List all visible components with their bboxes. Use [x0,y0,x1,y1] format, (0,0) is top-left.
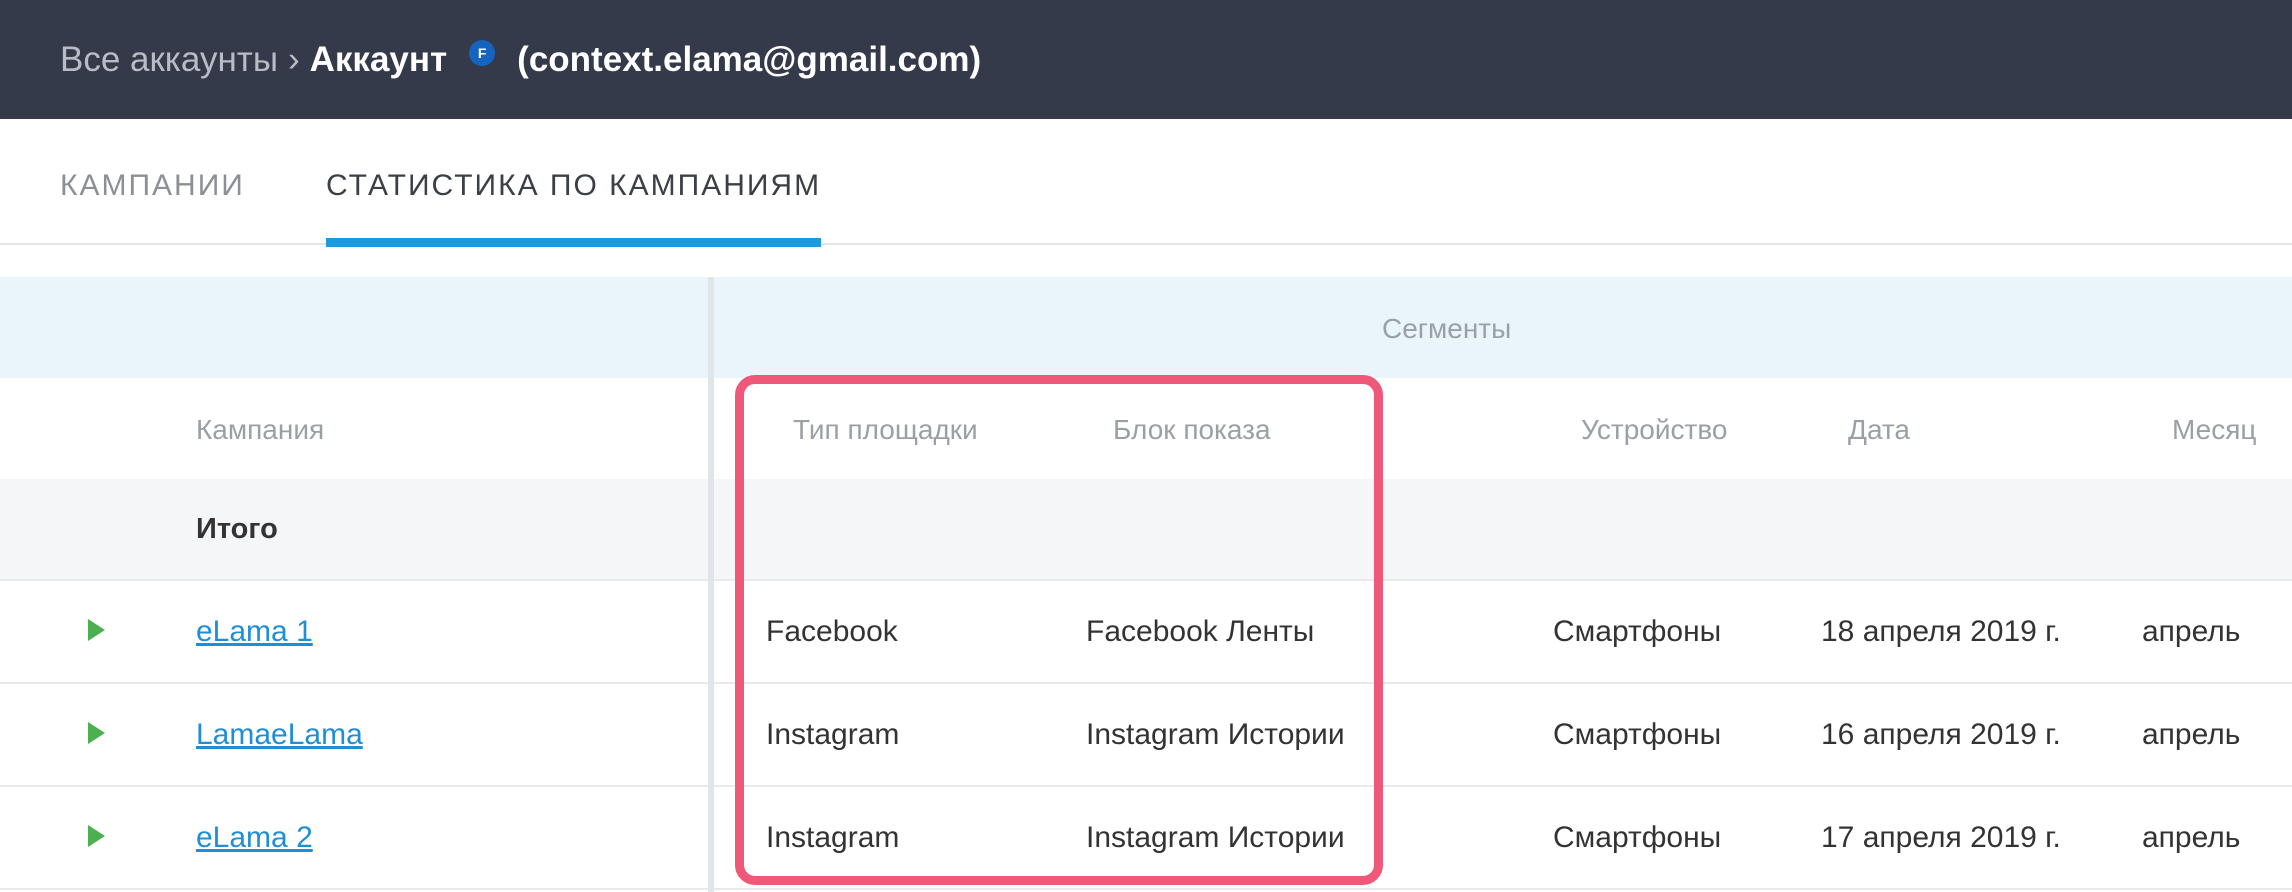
campaign-link[interactable]: LamaeLama [196,718,363,752]
cell-date: 18 апреля 2019 г. [1821,615,2061,648]
column-header-date[interactable]: Дата [1848,414,1910,446]
cell-date: 17 апреля 2019 г. [1821,821,2061,854]
column-header-device[interactable]: Устройство [1581,414,1727,446]
tab-campaigns[interactable]: КАМПАНИИ [60,169,245,245]
campaign-link[interactable]: eLama 2 [196,821,313,855]
cell-month: апрель [2142,615,2241,648]
play-icon[interactable] [88,825,105,847]
breadcrumb-account-email: (context.elama@gmail.com) [517,39,982,79]
cell-device: Смартфоны [1553,615,1722,648]
facebook-badge-icon: F [469,39,496,66]
segments-title: Сегменты [1382,313,1512,344]
breadcrumb-account-label: Аккаунт [309,39,448,79]
cell-device: Смартфоны [1553,718,1722,751]
tab-bar: КАМПАНИИ СТАТИСТИКА ПО КАМПАНИЯМ [0,119,2292,247]
breadcrumb-all-accounts[interactable]: Все аккаунты [60,40,278,80]
column-divider [708,277,714,892]
play-icon[interactable] [88,619,105,641]
column-header-campaign[interactable]: Кампания [196,414,324,446]
highlight-box [735,375,1383,885]
total-label: Итого [196,513,278,545]
campaign-link[interactable]: eLama 1 [196,615,313,649]
tab-campaign-statistics[interactable]: СТАТИСТИКА ПО КАМПАНИЯМ [326,169,822,247]
cell-month: апрель [2142,718,2241,751]
cell-month: апрель [2142,821,2241,854]
segments-header-row: Сегменты [0,277,2292,378]
column-header-month[interactable]: Месяц [2172,414,2256,446]
cell-device: Смартфоны [1553,821,1722,854]
cell-date: 16 апреля 2019 г. [1821,718,2061,751]
top-bar: Все аккаунты › Аккаунт F (context.elama@… [0,0,2292,119]
breadcrumb-separator: › [287,39,300,79]
play-icon[interactable] [88,722,105,744]
